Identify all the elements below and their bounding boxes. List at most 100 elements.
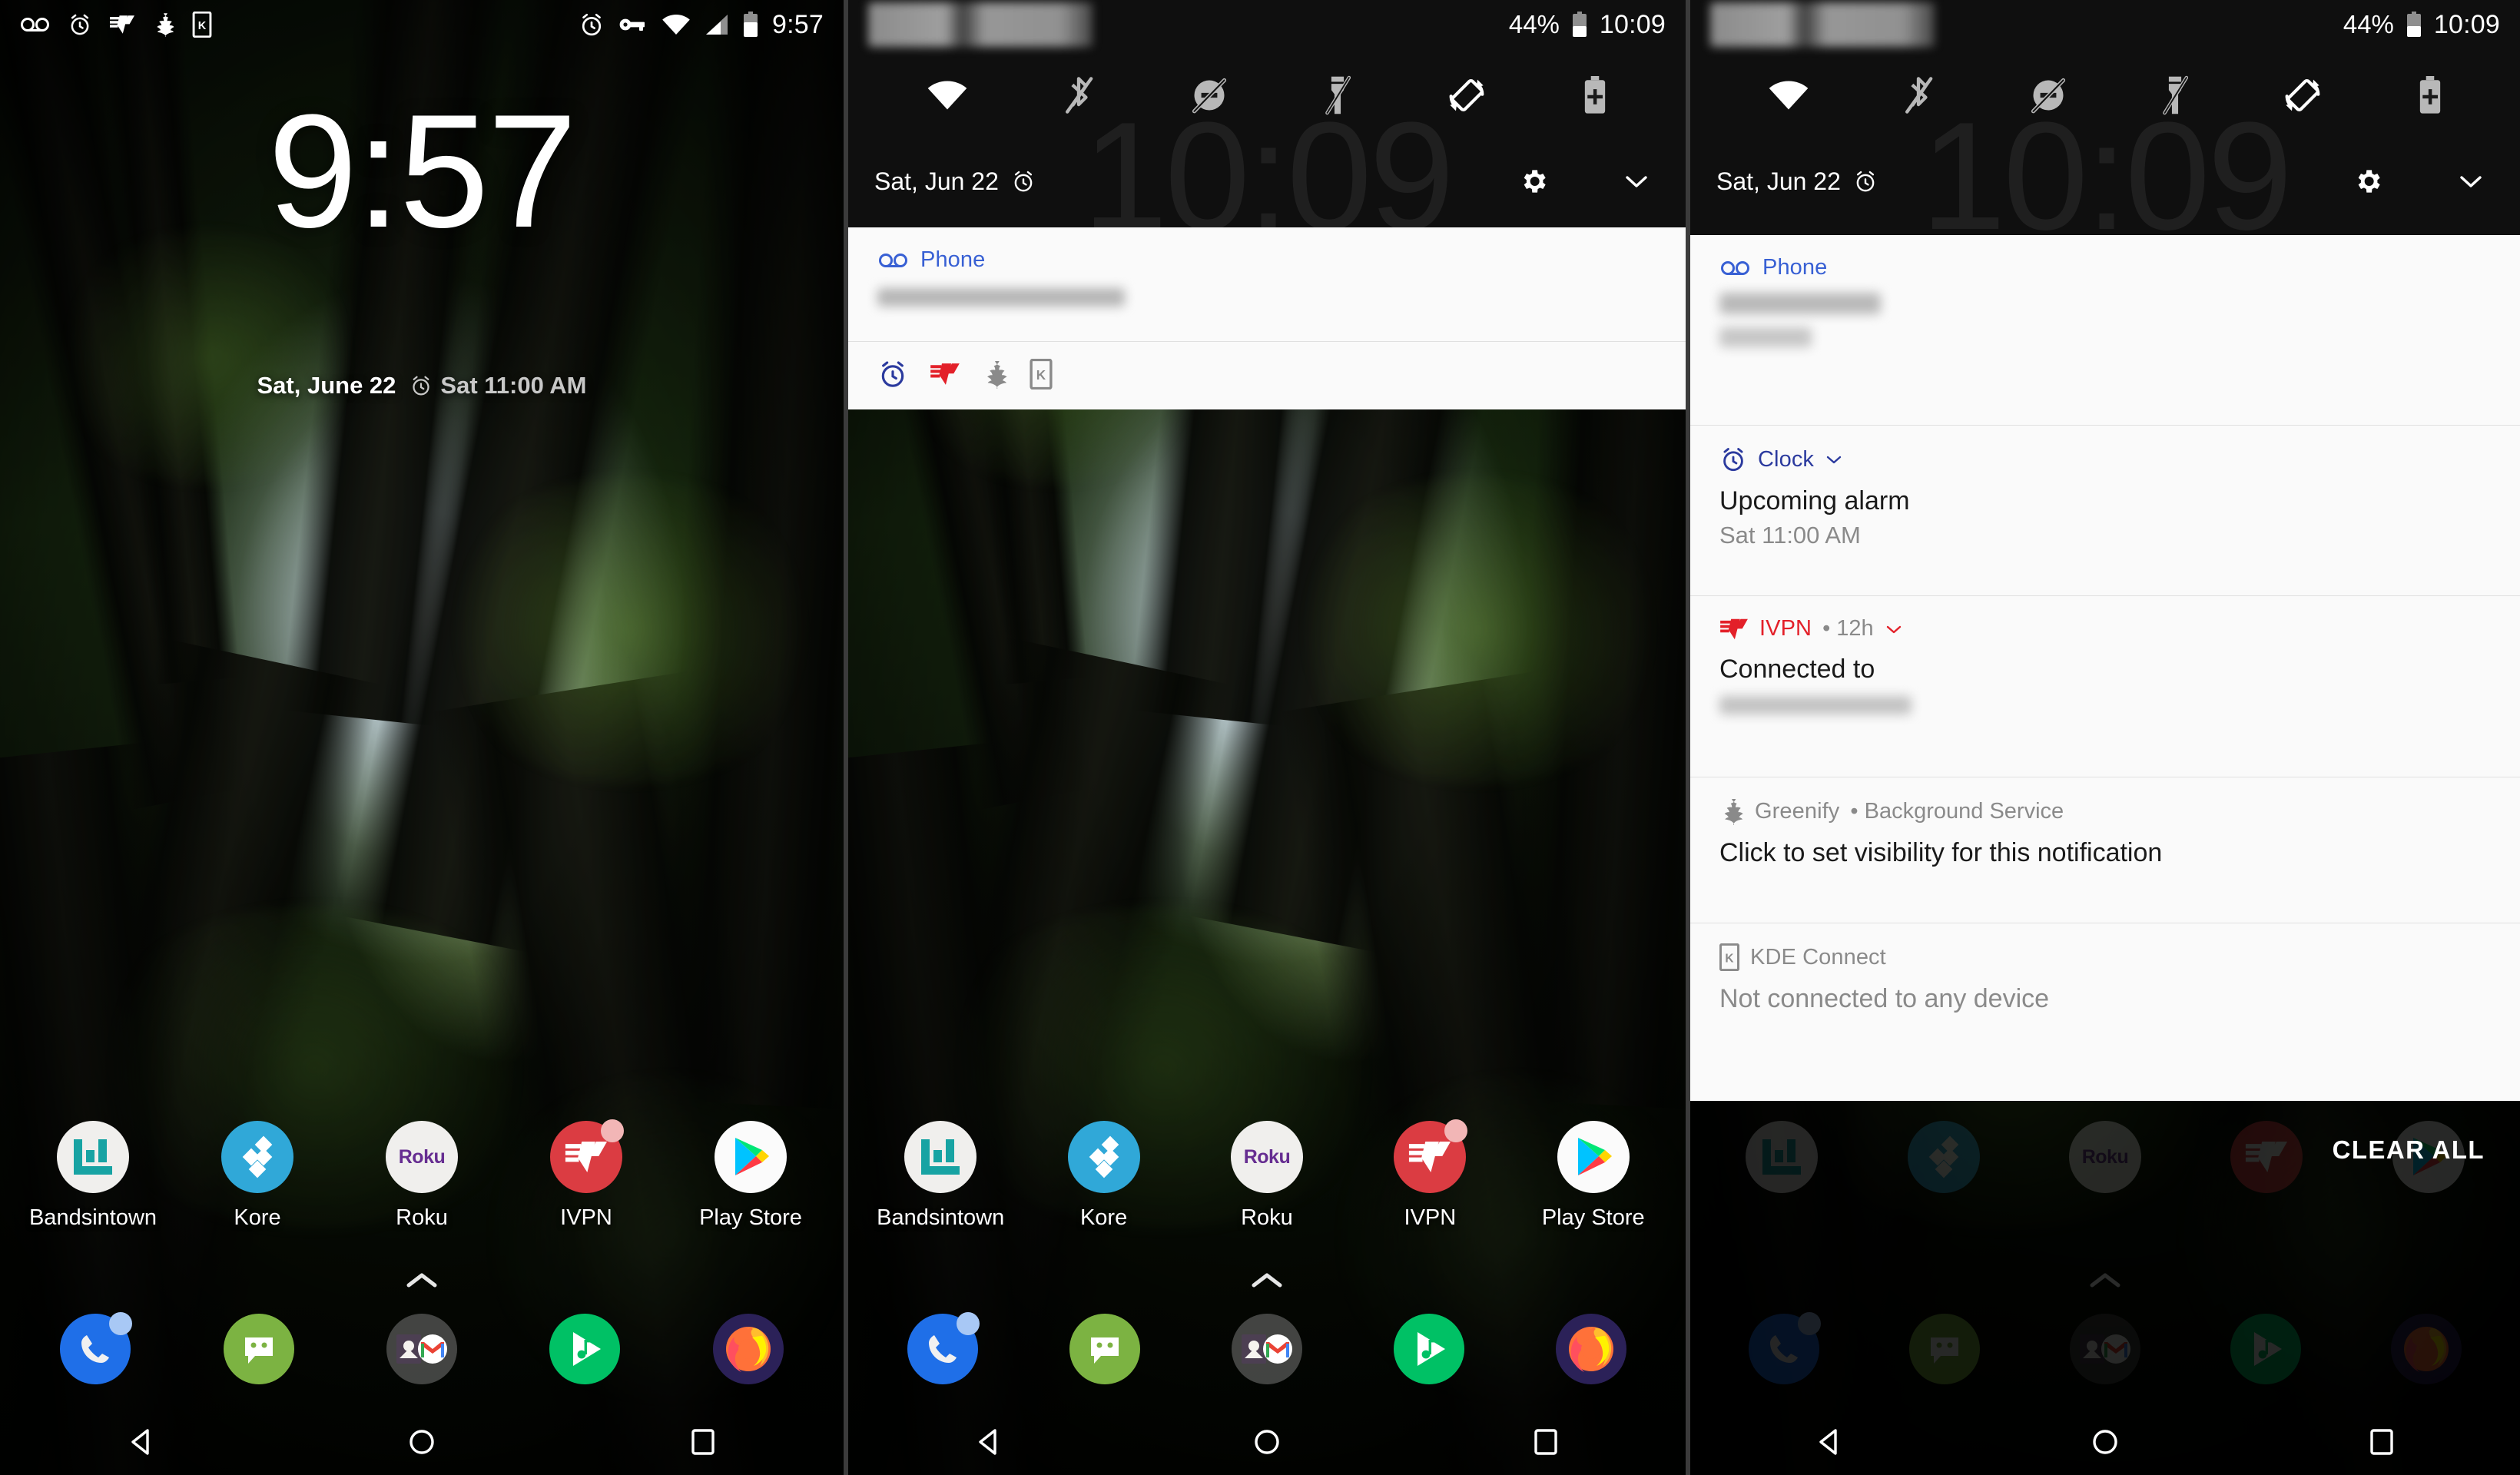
play-store-icon[interactable]: [1557, 1121, 1630, 1193]
auto-rotate-tile[interactable]: [2281, 75, 2324, 115]
battery-saver-tile[interactable]: [1583, 76, 1607, 114]
back-button[interactable]: [1782, 1428, 1875, 1456]
greenify-leaf-icon: [152, 12, 175, 37]
notification-title: Click to set visibility for this notific…: [1719, 838, 2163, 867]
app-bandsintown[interactable]: Bandsintown: [873, 1121, 1008, 1231]
bandsintown-icon[interactable]: [904, 1121, 977, 1193]
shade-date-text: Sat, Jun 22: [874, 167, 999, 195]
battery-icon: [1572, 12, 1587, 38]
lockscreen-clock-text: 9:57: [267, 81, 578, 261]
phone-icon[interactable]: [907, 1312, 980, 1384]
notification-greenify[interactable]: Greenify • Background Service Click to s…: [1690, 777, 2520, 923]
notification-app-name: Greenify: [1755, 798, 1840, 824]
notification-phone[interactable]: Phone: [848, 227, 1686, 342]
svg-text:K: K: [1036, 367, 1046, 383]
home-button[interactable]: [1221, 1429, 1313, 1455]
ivpn-icon[interactable]: [550, 1119, 624, 1193]
notification-body-redacted: [1719, 293, 2491, 351]
clear-all-button[interactable]: CLEAR ALL: [2333, 1135, 2485, 1165]
app-drawer-handle[interactable]: [0, 1271, 844, 1291]
app-label: IVPN: [560, 1205, 612, 1230]
play-store-icon[interactable]: [715, 1121, 787, 1193]
shade-status-bar: 44% 10:09: [848, 0, 1686, 49]
bandsintown-icon[interactable]: [57, 1121, 129, 1193]
roku-icon[interactable]: Roku: [1230, 1121, 1303, 1193]
app-drawer-handle[interactable]: [848, 1271, 1686, 1291]
svg-text:K: K: [1725, 952, 1733, 965]
kore-icon[interactable]: [221, 1121, 293, 1193]
notification-ivpn[interactable]: IVPN • 12h Connected to: [1690, 596, 2520, 777]
messages-icon[interactable]: [1069, 1314, 1141, 1384]
flashlight-tile[interactable]: [1325, 75, 1351, 116]
chevron-down-icon[interactable]: [1825, 453, 1843, 466]
bluetooth-tile[interactable]: [1063, 75, 1095, 116]
app-ivpn[interactable]: IVPN: [519, 1119, 654, 1231]
firefox-icon[interactable]: [712, 1314, 784, 1384]
app-roku[interactable]: Roku Roku: [1199, 1121, 1335, 1231]
do-not-disturb-tile[interactable]: [2028, 75, 2068, 115]
notification-badge: [601, 1119, 624, 1142]
bluetooth-tile[interactable]: [1902, 75, 1935, 116]
play-music-icon[interactable]: [549, 1314, 621, 1384]
svg-text:K: K: [198, 20, 207, 32]
phone-icon[interactable]: [60, 1312, 133, 1384]
quick-settings-tiles: [848, 49, 1686, 141]
roku-icon[interactable]: Roku: [386, 1121, 458, 1193]
shade-date-text: Sat, Jun 22: [1716, 167, 1841, 195]
wifi-tile[interactable]: [927, 80, 968, 111]
kde-connect-icon: K: [1030, 359, 1053, 389]
chevron-down-icon[interactable]: [1885, 623, 1903, 635]
app-ivpn[interactable]: IVPN: [1362, 1119, 1497, 1231]
quick-settings-footer: 10:09 Sat, Jun 22: [848, 100, 1686, 254]
app-bandsintown[interactable]: Bandsintown: [25, 1121, 161, 1231]
alarm-icon: [1011, 169, 1036, 194]
greenify-leaf-icon: [982, 360, 1008, 389]
flashlight-tile[interactable]: [2162, 75, 2188, 116]
recents-button[interactable]: [657, 1429, 749, 1455]
recents-button[interactable]: [1500, 1429, 1592, 1455]
firefox-icon[interactable]: [1555, 1314, 1626, 1384]
auto-rotate-tile[interactable]: [1445, 75, 1488, 115]
chevron-down-icon[interactable]: [2457, 172, 2485, 191]
recents-button[interactable]: [2336, 1429, 2428, 1455]
app-play-store[interactable]: Play Store: [1526, 1121, 1661, 1231]
app-kore[interactable]: Kore: [190, 1121, 325, 1231]
back-button[interactable]: [94, 1428, 187, 1456]
app-kore[interactable]: Kore: [1036, 1121, 1172, 1231]
messages-icon[interactable]: [223, 1314, 294, 1384]
ivpn-icon: [930, 362, 960, 386]
home-button[interactable]: [376, 1429, 468, 1455]
ivpn-icon[interactable]: [1394, 1119, 1468, 1193]
notification-list: Phone Clock Upcoming alarm Sat 11:00 AM …: [1690, 235, 2520, 1101]
notification-clock[interactable]: Clock Upcoming alarm Sat 11:00 AM: [1690, 426, 2520, 596]
collapsed-notification-icons[interactable]: K: [848, 342, 1686, 409]
notification-app-name: Clock: [1758, 446, 1815, 472]
do-not-disturb-tile[interactable]: [1189, 75, 1229, 115]
gear-icon[interactable]: [2353, 166, 2383, 197]
notification-badge: [109, 1312, 133, 1335]
mail-folder-icon[interactable]: [1231, 1314, 1302, 1384]
ivpn-icon: [1719, 618, 1749, 641]
app-roku[interactable]: Roku Roku: [354, 1121, 489, 1231]
notification-kde-connect[interactable]: K KDE Connect Not connected to any devic…: [1690, 923, 2520, 1074]
notification-phone[interactable]: Phone: [1690, 235, 2520, 426]
wifi-tile[interactable]: [1768, 80, 1809, 111]
notification-meta: • 12h: [1822, 616, 1874, 641]
play-music-icon[interactable]: [1393, 1314, 1464, 1384]
alarm-icon: [877, 359, 908, 389]
app-label: Kore: [234, 1205, 281, 1230]
chevron-down-icon[interactable]: [1623, 172, 1650, 191]
kore-icon[interactable]: [1067, 1121, 1140, 1193]
app-play-store[interactable]: Play Store: [683, 1121, 818, 1231]
battery-saver-tile[interactable]: [2418, 76, 2442, 114]
cellular-signal-icon: [705, 14, 729, 35]
home-button[interactable]: [2059, 1429, 2151, 1455]
notification-app-name: KDE Connect: [1750, 944, 1886, 970]
gear-icon[interactable]: [1518, 166, 1549, 197]
shade-footer-actions: [2353, 166, 2494, 197]
shade-status-right: 44% 10:09: [1509, 10, 1686, 40]
notification-badge: [957, 1312, 980, 1335]
greenify-leaf-icon: [1719, 797, 1744, 825]
mail-folder-icon[interactable]: [386, 1314, 457, 1384]
back-button[interactable]: [942, 1428, 1034, 1456]
